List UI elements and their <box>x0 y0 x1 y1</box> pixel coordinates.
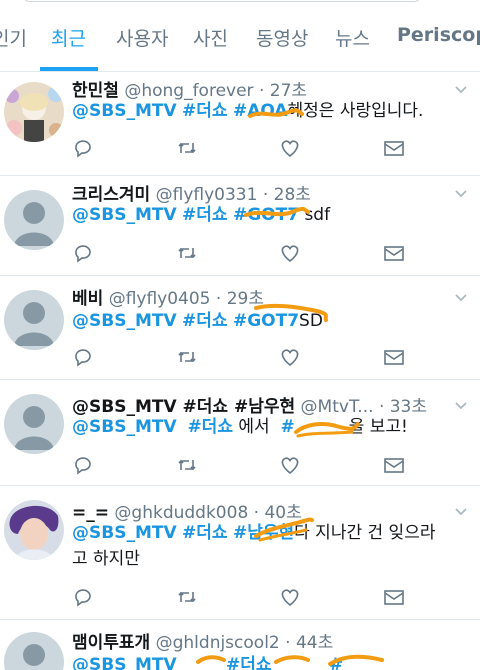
reply-icon[interactable] <box>72 242 94 264</box>
tab-news[interactable]: 뉴스 <box>335 24 370 51</box>
tweet[interactable]: @SBS_MTV #더쇼 #남우현 @MtvT... · 33초 @SBS_MT… <box>0 380 480 486</box>
tweet-body-text: 다 지나간 건 잊으라 <box>294 523 436 543</box>
tweet-text: @SBS_MTV #더쇼 #GOT7 sdf <box>72 202 472 228</box>
like-icon[interactable] <box>279 586 301 608</box>
chevron-down-icon[interactable] <box>454 82 468 96</box>
tweet-actions <box>72 137 412 159</box>
like-icon[interactable] <box>279 346 301 368</box>
chevron-down-icon[interactable] <box>454 290 468 304</box>
chevron-down-icon[interactable] <box>454 398 468 412</box>
tab-bar: 인기 최근 사용자 사진 동영상 뉴스 Periscope <box>0 0 480 72</box>
reply-icon[interactable] <box>72 454 94 476</box>
like-icon[interactable] <box>279 454 301 476</box>
hashtag-link[interactable]: #남우현 <box>233 523 294 543</box>
hashtag-link[interactable]: #더쇼 <box>226 655 272 670</box>
hashtag-link[interactable]: #GOT7 <box>233 311 299 331</box>
hashtag-link[interactable]: #더쇼 <box>182 205 228 225</box>
dm-icon[interactable] <box>383 454 405 476</box>
retweet-icon[interactable] <box>176 137 198 159</box>
tab-latest[interactable]: 최근 <box>51 24 86 51</box>
tab-periscope[interactable]: Periscope <box>397 24 480 46</box>
active-tab-indicator <box>40 67 98 71</box>
hashtag-link[interactable]: #더쇼 <box>182 311 228 331</box>
tweet[interactable]: 맴이투표개 @ghldnjscool2 · 44초 @SBS_MTV #더쇼 # <box>0 620 480 670</box>
display-name[interactable]: 베비 <box>72 289 103 309</box>
tweet-text: @SBS_MTV #더쇼 #남우현다 지나간 건 잊으라 고 하지만 <box>72 520 472 572</box>
like-icon[interactable] <box>279 242 301 264</box>
user-handle[interactable]: @flyfly0405 <box>109 289 211 309</box>
dm-icon[interactable] <box>383 137 405 159</box>
timestamp[interactable]: · 29초 <box>216 289 264 309</box>
tweet-actions <box>72 242 412 264</box>
hashtag-link[interactable]: #더쇼 <box>182 523 228 543</box>
tweet-text: @SBS_MTV #더쇼 #GOT7SD <box>72 308 472 334</box>
retweet-icon[interactable] <box>176 586 198 608</box>
tweet-body-text: 에서 <box>238 417 270 437</box>
tweet-body-text: SD <box>299 311 323 331</box>
timestamp[interactable]: · 44초 <box>285 633 333 653</box>
reply-icon[interactable] <box>72 586 94 608</box>
mention-link[interactable]: @SBS_MTV <box>72 523 177 543</box>
mention-link[interactable]: @SBS_MTV <box>72 655 177 670</box>
hashtag-link[interactable]: #AOA <box>233 101 288 121</box>
avatar[interactable] <box>4 500 64 560</box>
tweet-actions <box>72 454 412 476</box>
tab-popular[interactable]: 인기 <box>0 24 27 51</box>
dm-icon[interactable] <box>383 586 405 608</box>
user-handle[interactable]: @ghldnjscool2 <box>156 633 280 653</box>
mention-link[interactable]: @SBS_MTV <box>72 101 177 121</box>
tweet-text: @SBS_MTV #더쇼 에서 # 을 보고! <box>72 414 472 440</box>
mention-link[interactable]: @SBS_MTV <box>72 311 177 331</box>
tweet[interactable]: 한민철 @hong_forever · 27초 @SBS_MTV #더쇼 #AO… <box>0 72 480 176</box>
dm-icon[interactable] <box>383 346 405 368</box>
tweet-body-text: 고 하지만 <box>72 549 140 569</box>
hashtag-link[interactable]: #더쇼 <box>187 417 233 437</box>
avatar[interactable] <box>4 632 64 670</box>
tweet-header: 맴이투표개 @ghldnjscool2 · 44초 <box>72 628 333 653</box>
hashtag-link[interactable]: #더쇼 <box>182 101 228 121</box>
tweet-header: 베비 @flyfly0405 · 29초 <box>72 284 264 309</box>
like-icon[interactable] <box>279 137 301 159</box>
tab-photos[interactable]: 사진 <box>193 24 228 51</box>
dm-icon[interactable] <box>383 242 405 264</box>
tweet-text: @SBS_MTV #더쇼 #AOA혜정은 사랑입니다. <box>72 98 472 124</box>
tweet-actions <box>72 346 412 368</box>
tweet-actions <box>72 586 412 608</box>
tweet[interactable]: 크리스겨미 @flyfly0331 · 28초 @SBS_MTV #더쇼 #GO… <box>0 176 480 276</box>
tab-people[interactable]: 사용자 <box>116 24 168 51</box>
hashtag-link[interactable]: # <box>329 655 343 670</box>
hashtag-link[interactable]: #GOT7 <box>233 205 299 225</box>
avatar[interactable] <box>4 290 64 350</box>
reply-icon[interactable] <box>72 346 94 368</box>
reply-icon[interactable] <box>72 137 94 159</box>
tweet-text: @SBS_MTV #더쇼 # <box>72 652 472 670</box>
avatar[interactable] <box>4 394 64 454</box>
retweet-icon[interactable] <box>176 242 198 264</box>
tweet-body-text: 혜정은 사랑입니다. <box>287 101 424 121</box>
avatar[interactable] <box>4 82 64 142</box>
tweet-body-text: 을 보고! <box>348 417 408 437</box>
display-name[interactable]: 맴이투표개 <box>72 633 150 653</box>
retweet-icon[interactable] <box>176 454 198 476</box>
tweet[interactable]: =_= @ghkduddk008 · 40초 @SBS_MTV #더쇼 #남우현… <box>0 486 480 620</box>
retweet-icon[interactable] <box>176 346 198 368</box>
tweet[interactable]: 베비 @flyfly0405 · 29초 @SBS_MTV #더쇼 #GOT7S… <box>0 276 480 380</box>
tweet-body-text: sdf <box>304 205 331 225</box>
hashtag-link[interactable]: # <box>280 417 294 437</box>
chevron-down-icon[interactable] <box>454 186 468 200</box>
mention-link[interactable]: @SBS_MTV <box>72 205 177 225</box>
chevron-down-icon[interactable] <box>454 504 468 518</box>
mention-link[interactable]: @SBS_MTV <box>72 417 177 437</box>
avatar[interactable] <box>4 190 64 250</box>
tab-videos[interactable]: 동영상 <box>256 24 308 51</box>
